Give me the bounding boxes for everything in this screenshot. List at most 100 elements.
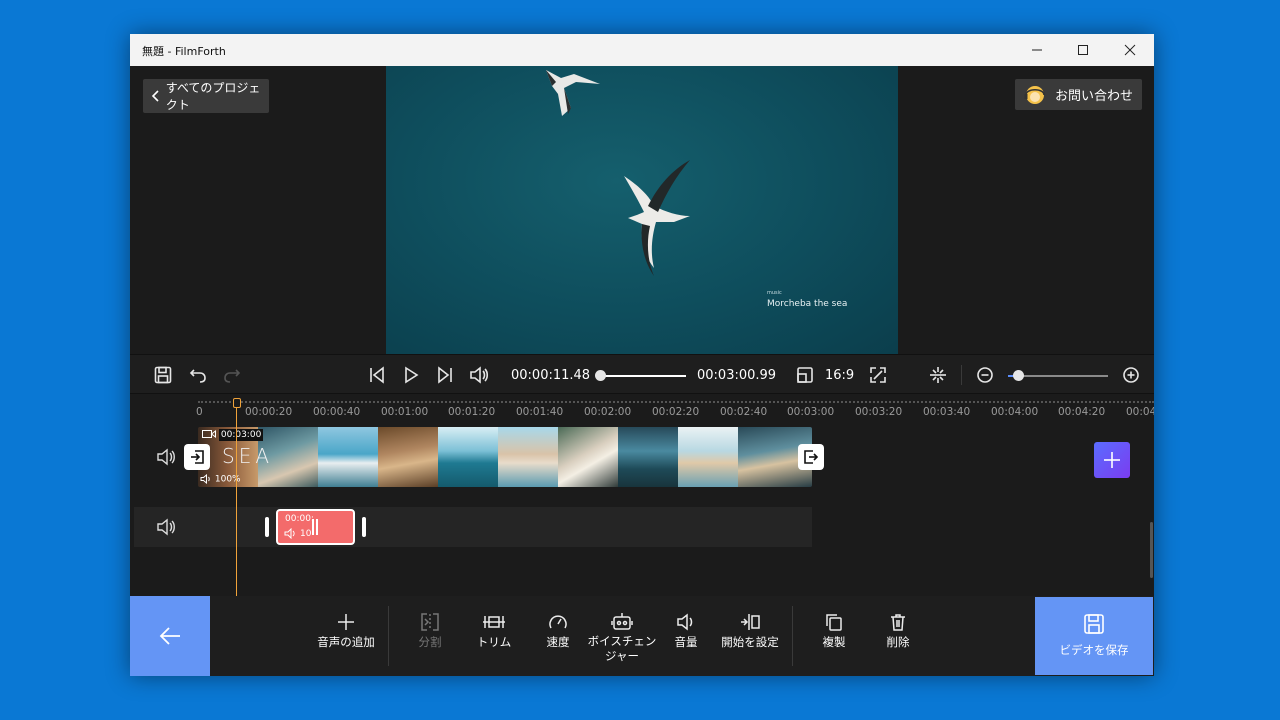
clip-end-handle[interactable] — [798, 444, 824, 470]
audio-clip-time: 00:00: — [285, 514, 314, 524]
zoom-in-icon — [1123, 367, 1139, 383]
total-time: 00:03:00.99 — [697, 368, 777, 383]
minimize-button[interactable] — [1014, 34, 1060, 66]
redo-button[interactable] — [221, 364, 243, 386]
audio-clip-left-handle[interactable] — [265, 517, 269, 537]
ruler-tick-label: 00:03:00 — [787, 406, 835, 418]
add-audio-button[interactable]: 音声の追加 — [310, 610, 382, 650]
playhead[interactable] — [236, 398, 237, 596]
set-start-button[interactable]: 開始を設定 — [714, 610, 786, 650]
current-time: 00:00:11.48 — [511, 368, 591, 383]
trash-icon — [891, 614, 905, 631]
seagulls-image — [546, 70, 690, 276]
video-clip-strip[interactable] — [198, 427, 812, 487]
ruler-tick-label: 00:02:20 — [652, 406, 700, 418]
save-video-label: ビデオを保存 — [1059, 643, 1129, 657]
audio-track-mute-button[interactable] — [156, 517, 176, 537]
fit-width-icon — [930, 367, 946, 383]
audio-volume-text: 10 — [300, 528, 312, 539]
volume-button[interactable]: 音量 — [650, 610, 722, 650]
clip-thumbnail — [318, 427, 378, 487]
split-label: 分割 — [418, 635, 442, 649]
maximize-icon — [1078, 45, 1088, 55]
duplicate-button[interactable]: 複製 — [798, 610, 870, 650]
delete-button[interactable]: 削除 — [862, 610, 934, 650]
playhead-handle[interactable] — [233, 398, 241, 408]
save-project-button[interactable] — [152, 364, 174, 386]
clip-thumbnail — [498, 427, 558, 487]
divider — [792, 606, 793, 666]
video-track-mute-button[interactable] — [156, 447, 176, 467]
speed-label: 速度 — [546, 635, 570, 649]
audio-drag-grip[interactable] — [312, 519, 314, 535]
audio-clip-volume: 10 — [284, 528, 311, 539]
voice-changer-label: ボイスチェン ジャー — [587, 634, 657, 663]
all-projects-label: すべてのプロジェクト — [165, 81, 261, 112]
aspect-ratio-button[interactable] — [794, 364, 816, 386]
time-ruler[interactable]: 0 00:00:20 00:00:40 00:01:00 00:01:20 00:01:4… — [130, 394, 1154, 422]
ruler-tick-label: 00:03:20 — [855, 406, 903, 418]
title-overlay-text: SEA — [222, 444, 274, 468]
trim-button[interactable]: トリム — [458, 610, 530, 650]
video-preview[interactable]: music Morcheba the sea — [386, 66, 898, 354]
audio-drag-grip[interactable] — [316, 519, 318, 535]
speaker-icon — [677, 613, 693, 631]
video-clip-duration: 00:03:00 — [202, 428, 264, 441]
window-title: 無題 - FilmForth — [142, 45, 226, 58]
fullscreen-button[interactable] — [867, 364, 889, 386]
redo-icon — [224, 369, 241, 383]
clip-start-handle[interactable] — [184, 444, 210, 470]
voice-changer-button[interactable]: ボイスチェン ジャー — [586, 610, 658, 664]
fit-timeline-button[interactable] — [927, 364, 949, 386]
zoom-in-button[interactable] — [1120, 364, 1142, 386]
fullscreen-icon — [870, 367, 886, 383]
divider — [388, 606, 389, 666]
robot-icon — [611, 613, 633, 630]
timeline-scrollbar[interactable] — [1150, 522, 1153, 578]
chevron-left-icon — [151, 90, 159, 102]
ruler-tick-label: 00:02:00 — [584, 406, 632, 418]
clip-duration-text: 00:03:00 — [218, 428, 264, 441]
zoom-slider-thumb[interactable] — [1013, 370, 1024, 381]
video-clip-volume: 100% — [200, 473, 241, 485]
save-video-button[interactable]: ビデオを保存 — [1035, 597, 1153, 675]
audio-clip-right-handle[interactable] — [362, 517, 366, 537]
contact-button[interactable]: お問い合わせ — [1015, 79, 1142, 110]
ruler-tick-label: 00:03:40 — [923, 406, 971, 418]
trim-label: トリム — [476, 635, 512, 649]
play-icon — [405, 366, 419, 384]
divider — [961, 365, 962, 385]
audio-clip[interactable]: 00:00: 10 — [276, 509, 355, 545]
speed-button[interactable]: 速度 — [522, 610, 594, 650]
skip-forward-button[interactable] — [434, 364, 456, 386]
add-media-button[interactable] — [1094, 442, 1130, 478]
filmforth-window: 無題 - FilmForth すべてのプロジェクト music Morcheba… — [130, 34, 1154, 676]
support-agent-icon — [1024, 85, 1045, 104]
undo-button[interactable] — [187, 364, 209, 386]
ruler-tick-label: 0 — [196, 406, 203, 418]
aspect-ratio-label[interactable]: 16:9 — [825, 368, 854, 383]
seek-thumb[interactable] — [595, 370, 606, 381]
set-start-icon — [741, 614, 760, 630]
play-button[interactable] — [400, 364, 422, 386]
ruler-tick-label: 00:04:00 — [991, 406, 1039, 418]
edit-toolbar: 音声の追加 分割 トリム 速度 ボイスチェン ジャー 音量 開始を設定 複製 削… — [130, 596, 1154, 676]
volume-label: 音量 — [674, 635, 698, 649]
ruler-tick-label: 00:00:40 — [313, 406, 361, 418]
plus-icon — [338, 614, 354, 630]
skip-back-button[interactable] — [366, 364, 388, 386]
back-button[interactable] — [130, 596, 210, 676]
zoom-out-button[interactable] — [974, 364, 996, 386]
split-button[interactable]: 分割 — [394, 610, 466, 650]
all-projects-button[interactable]: すべてのプロジェクト — [143, 79, 269, 113]
maximize-button[interactable] — [1060, 34, 1106, 66]
skip-forward-icon — [438, 366, 452, 384]
clip-thumbnail — [378, 427, 438, 487]
preview-volume-button[interactable] — [468, 364, 490, 386]
close-button[interactable] — [1107, 34, 1153, 66]
ruler-tick-label: 00:01:20 — [448, 406, 496, 418]
floppy-icon — [154, 366, 172, 384]
ruler-tick-label: 00:01:00 — [381, 406, 429, 418]
skip-back-icon — [370, 366, 384, 384]
seek-bar[interactable] — [596, 375, 686, 377]
